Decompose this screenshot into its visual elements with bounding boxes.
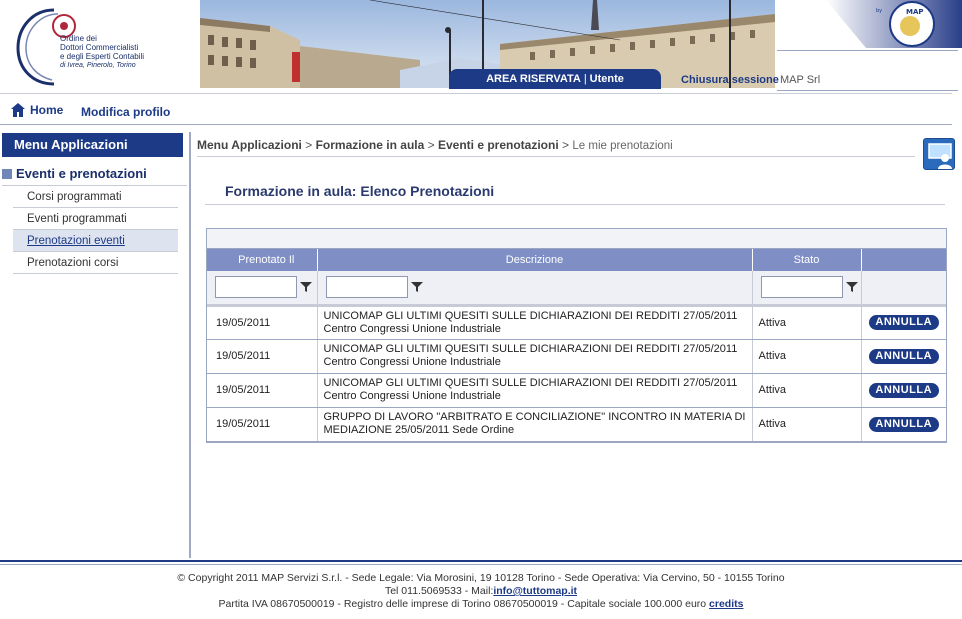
footer-divider bbox=[0, 560, 962, 562]
page-title: Formazione in aula: Elenco Prenotazioni bbox=[225, 183, 495, 199]
desc-line: UNICOMAP GLI ULTIMI QUESITI SULLE DICHIA… bbox=[323, 343, 738, 355]
cell-stato: Attiva bbox=[752, 339, 862, 374]
annulla-button[interactable]: ANNULLA bbox=[868, 416, 939, 432]
home-label: Home bbox=[30, 103, 64, 117]
footer-legal: Partita IVA 08670500019 - Registro delle… bbox=[0, 598, 962, 611]
breadcrumb-item[interactable]: Eventi e prenotazioni bbox=[438, 138, 559, 152]
desc-line: UNICOMAP GLI ULTIMI QUESITI SULLE DICHIA… bbox=[323, 309, 738, 322]
area-riservata-label: AREA RISERVATA bbox=[486, 73, 581, 85]
logo-line: Dottori Commercialisti bbox=[60, 43, 139, 52]
cell-date: 19/05/2011 bbox=[207, 339, 318, 374]
breadcrumb-current: Le mie prenotazioni bbox=[572, 140, 673, 152]
desc-line: Centro Congressi Unione Industriale bbox=[323, 356, 501, 368]
filter-icon[interactable] bbox=[300, 281, 312, 293]
column-header-stato[interactable]: Stato bbox=[752, 249, 862, 271]
footer-contacts: Tel 011.5069533 - Mail:info@tuttomap.it bbox=[0, 585, 962, 598]
desc-line: Centro Congressi Unione Industriale bbox=[323, 322, 501, 335]
cell-date: 19/05/2011 bbox=[207, 373, 318, 408]
cell-stato: Attiva bbox=[752, 407, 862, 442]
prenotazioni-table: Prenotato Il Descrizione Stato 19/05/201… bbox=[207, 249, 946, 442]
cell-date: 19/05/2011 bbox=[207, 407, 318, 442]
nav-divider bbox=[0, 124, 952, 125]
logo-line: di Ivrea, Pinerolo, Torino bbox=[60, 62, 136, 69]
sidebar-item-prenotazioni-corsi[interactable]: Prenotazioni corsi bbox=[13, 252, 178, 274]
header-divider bbox=[777, 50, 958, 51]
filter-row bbox=[207, 271, 946, 307]
top-navigation: Home Modifica profilo bbox=[0, 98, 952, 124]
cell-descrizione: UNICOMAP GLI ULTIMI QUESITI SULLE DICHIA… bbox=[317, 373, 753, 408]
breadcrumb-separator: > bbox=[427, 138, 435, 152]
tab-separator: | bbox=[583, 73, 587, 85]
breadcrumb-divider bbox=[197, 156, 915, 157]
prenotazioni-grid: Prenotato Il Descrizione Stato 19/05/201… bbox=[206, 228, 947, 443]
title-divider bbox=[205, 204, 945, 205]
breadcrumb-separator: > bbox=[305, 138, 313, 152]
filter-icon[interactable] bbox=[845, 281, 858, 293]
cell-descrizione: UNICOMAP GLI ULTIMI QUESITI SULLE DICHIA… bbox=[317, 339, 753, 374]
grid-toolbar bbox=[207, 229, 946, 249]
cell-descrizione: GRUPPO DI LAVORO "ARBITRATO E CONCILIAZI… bbox=[317, 407, 753, 442]
annulla-button[interactable]: ANNULLA bbox=[868, 348, 939, 364]
sidebar-vertical-divider bbox=[189, 132, 191, 558]
sidebar-group-label: Eventi e prenotazioni bbox=[16, 166, 147, 181]
filter-input-stato[interactable] bbox=[760, 276, 843, 299]
filter-input-descrizione[interactable] bbox=[325, 276, 408, 299]
filter-input-date[interactable] bbox=[215, 276, 297, 299]
sidebar-item-corsi-programmati[interactable]: Corsi programmati bbox=[13, 186, 178, 208]
table-row: 19/05/2011 UNICOMAP GLI ULTIMI QUESITI S… bbox=[207, 373, 946, 408]
footer-legal-text: Partita IVA 08670500019 - Registro delle… bbox=[218, 598, 707, 610]
table-row: 19/05/2011 GRUPPO DI LAVORO "ARBITRATO E… bbox=[207, 407, 946, 442]
ordine-logo[interactable]: Ordine dei Dottori Commercialisti e degl… bbox=[10, 4, 200, 90]
user-divider bbox=[777, 90, 958, 91]
filter-icon[interactable] bbox=[410, 281, 423, 293]
ordine-logo-text: Ordine dei Dottori Commercialisti e degl… bbox=[60, 34, 195, 70]
sidebar-title: Menu Applicazioni bbox=[2, 133, 183, 157]
header-bottom-line bbox=[0, 93, 952, 94]
breadcrumb: Menu Applicazioni > Formazione in aula >… bbox=[197, 138, 673, 152]
column-header-actions bbox=[861, 249, 946, 271]
table-row: 19/05/2011 UNICOMAP GLI ULTIMI QUESITI S… bbox=[207, 305, 946, 340]
svg-text:MAP: MAP bbox=[906, 8, 924, 16]
logout-link[interactable]: Chiusura sessione bbox=[681, 74, 779, 86]
table-row: 19/05/2011 UNICOMAP GLI ULTIMI QUESITI S… bbox=[207, 339, 946, 374]
cell-stato: Attiva bbox=[752, 373, 862, 408]
sidebar-item-prenotazioni-eventi[interactable]: Prenotazioni eventi bbox=[13, 230, 178, 252]
column-header-descrizione[interactable]: Descrizione bbox=[317, 249, 753, 271]
cell-date: 19/05/2011 bbox=[207, 305, 318, 340]
desc-line: UNICOMAP GLI ULTIMI QUESITI SULLE DICHIA… bbox=[323, 377, 738, 389]
footer-tel: Tel 011.5069533 - Mail: bbox=[384, 585, 494, 597]
map-logo[interactable]: MAP by bbox=[826, 0, 962, 50]
sidebar-group-eventi[interactable]: Eventi e prenotazioni bbox=[2, 166, 162, 181]
desc-line: Centro Congressi Unione Industriale bbox=[323, 390, 501, 402]
user-name: MAP Srl bbox=[780, 74, 821, 86]
annulla-button[interactable]: ANNULLA bbox=[868, 382, 939, 398]
footer-copyright: © Copyright 2011 MAP Servizi S.r.l. - Se… bbox=[177, 572, 785, 584]
area-riservata-tab[interactable]: AREA RISERVATA | Utente bbox=[449, 69, 661, 89]
square-bullet-icon bbox=[2, 168, 12, 179]
home-link[interactable]: Home bbox=[10, 102, 63, 118]
edit-profile-link[interactable]: Modifica profilo bbox=[81, 105, 170, 119]
logo-line: Ordine dei bbox=[60, 34, 97, 43]
sidebar-item-eventi-programmati[interactable]: Eventi programmati bbox=[13, 208, 178, 230]
utente-label: Utente bbox=[589, 73, 624, 85]
home-icon bbox=[11, 103, 25, 117]
user-help-icon[interactable] bbox=[923, 138, 955, 170]
breadcrumb-item[interactable]: Formazione in aula bbox=[316, 138, 425, 152]
map-logo-icon: MAP by bbox=[826, 0, 962, 48]
desc-line: MEDIAZIONE 25/05/2011 Sede Ordine bbox=[323, 424, 515, 436]
breadcrumb-item[interactable]: Menu Applicazioni bbox=[197, 138, 302, 152]
cell-stato: Attiva bbox=[752, 305, 862, 340]
footer-credits-link[interactable]: credits bbox=[709, 598, 743, 610]
footer-divider-thin bbox=[0, 564, 962, 565]
annulla-button[interactable]: ANNULLA bbox=[868, 315, 939, 330]
svg-text:by: by bbox=[876, 8, 882, 14]
cell-descrizione: UNICOMAP GLI ULTIMI QUESITI SULLE DICHIA… bbox=[317, 305, 753, 340]
header: Ordine dei Dottori Commercialisti e degl… bbox=[0, 0, 962, 93]
breadcrumb-separator: > bbox=[562, 138, 570, 152]
column-header-prenotato-il[interactable]: Prenotato Il bbox=[207, 249, 318, 271]
footer: © Copyright 2011 MAP Servizi S.r.l. - Se… bbox=[0, 572, 962, 611]
logo-line: e degli Esperti Contabili bbox=[60, 52, 145, 61]
footer-email-link[interactable]: info@tuttomap.it bbox=[493, 585, 577, 597]
desc-line: GRUPPO DI LAVORO "ARBITRATO E CONCILIAZI… bbox=[323, 411, 746, 423]
